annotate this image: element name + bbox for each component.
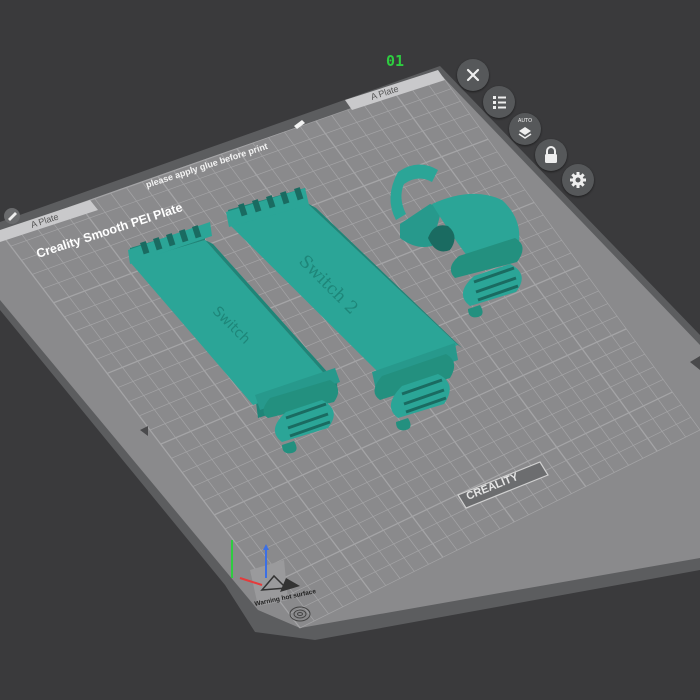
left-edit-icon[interactable] <box>4 208 20 224</box>
build-plate-scene[interactable]: A Plate A Plate please apply glue before… <box>0 0 700 700</box>
3d-viewport[interactable]: A Plate A Plate please apply glue before… <box>0 0 700 700</box>
gear-icon <box>570 172 586 188</box>
plate-index[interactable]: 01 <box>386 52 404 70</box>
plate-settings-button[interactable] <box>562 164 594 196</box>
build-plate[interactable] <box>0 76 700 628</box>
